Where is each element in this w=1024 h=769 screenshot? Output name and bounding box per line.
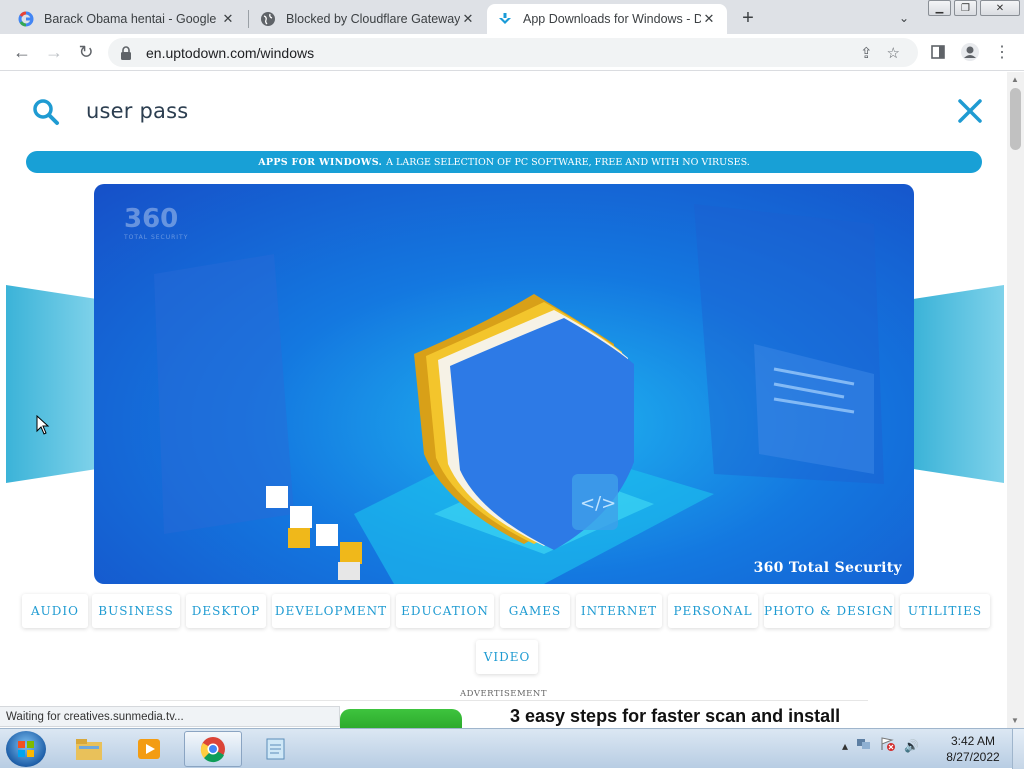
tab-title: Barack Obama hentai - Google S bbox=[44, 12, 220, 26]
scroll-down-icon[interactable]: ▼ bbox=[1011, 716, 1019, 725]
chrome-icon bbox=[200, 737, 225, 763]
hero-logo-text: 360 bbox=[124, 204, 179, 234]
tab-cloudflare-blocked[interactable]: Blocked by Cloudflare Gateway ✕ bbox=[250, 4, 486, 34]
show-hidden-icons-icon[interactable]: ▴ bbox=[842, 739, 848, 753]
back-arrow-icon[interactable]: ← bbox=[10, 40, 34, 64]
hero-logo-subtext: TOTAL SECURITY bbox=[124, 234, 189, 241]
search-overlay: user pass bbox=[0, 72, 1007, 150]
hero-illustration: </> bbox=[154, 204, 884, 584]
notepad-icon bbox=[266, 738, 285, 760]
folder-icon bbox=[76, 739, 102, 760]
forward-arrow-icon[interactable]: → bbox=[42, 40, 66, 64]
browser-toolbar: ← → ↻ en.uptodown.com/windows ⇪ ☆ ⋮ bbox=[0, 34, 1024, 71]
tab-title: Blocked by Cloudflare Gateway bbox=[286, 12, 460, 26]
category-utilities[interactable]: UTILITIES bbox=[900, 594, 990, 628]
taskbar-media-player[interactable] bbox=[120, 731, 178, 767]
system-tray: ▴ 🔊 bbox=[842, 737, 919, 754]
close-tab-icon[interactable]: ✕ bbox=[460, 11, 476, 27]
address-bar[interactable]: en.uptodown.com/windows ⇪ ☆ bbox=[108, 38, 918, 67]
windows-taskbar: ▴ 🔊 3:42 AM 8/27/2022 bbox=[0, 728, 1024, 769]
tab-google-search[interactable]: Barack Obama hentai - Google S ✕ bbox=[8, 4, 246, 34]
banner-text: A LARGE SELECTION OF PC SOFTWARE, FREE A… bbox=[386, 156, 750, 168]
tab-separator bbox=[248, 10, 249, 28]
close-window-icon[interactable]: ✕ bbox=[980, 0, 1020, 16]
clock-time: 3:42 AM bbox=[950, 734, 996, 748]
hero-logo: 360 TOTAL SECURITY bbox=[124, 204, 188, 241]
taskbar-notepad[interactable] bbox=[246, 731, 304, 767]
google-g-icon bbox=[18, 11, 34, 27]
carousel-prev-slide[interactable] bbox=[6, 285, 96, 483]
lock-icon bbox=[120, 45, 134, 60]
windows-logo-icon bbox=[18, 741, 34, 757]
new-tab-icon[interactable]: + bbox=[736, 6, 760, 30]
category-audio[interactable]: AUDIO bbox=[22, 594, 88, 628]
svg-text:</>: </> bbox=[580, 493, 616, 514]
scrollbar-thumb[interactable] bbox=[1010, 88, 1021, 150]
category-internet[interactable]: INTERNET bbox=[576, 594, 662, 628]
advertisement-label: ADVERTISEMENT bbox=[460, 689, 547, 699]
category-video[interactable]: VIDEO bbox=[476, 640, 538, 674]
reload-icon[interactable]: ↻ bbox=[74, 40, 98, 64]
search-input[interactable]: user pass bbox=[86, 99, 188, 123]
tab-uptodown[interactable]: App Downloads for Windows - D ✕ bbox=[487, 4, 727, 34]
close-icon[interactable] bbox=[957, 98, 983, 129]
page-scrollbar[interactable]: ▲ ▼ bbox=[1007, 72, 1024, 728]
kebab-menu-icon[interactable]: ⋮ bbox=[990, 40, 1014, 64]
show-desktop-button[interactable] bbox=[1012, 729, 1024, 769]
search-icon[interactable] bbox=[32, 98, 60, 131]
category-games[interactable]: GAMES bbox=[500, 594, 570, 628]
taskbar-explorer[interactable] bbox=[60, 731, 118, 767]
network-icon[interactable] bbox=[856, 737, 872, 754]
window-controls: ▁ ❐ ✕ bbox=[928, 0, 1023, 16]
bookmark-star-icon[interactable]: ☆ bbox=[887, 44, 900, 62]
category-business[interactable]: BUSINESS bbox=[92, 594, 180, 628]
mouse-cursor-icon bbox=[36, 414, 50, 440]
volume-icon[interactable]: 🔊 bbox=[904, 739, 919, 753]
tab-title: App Downloads for Windows - D bbox=[523, 12, 701, 26]
taskbar-clock[interactable]: 3:42 AM 8/27/2022 bbox=[940, 733, 1006, 765]
category-photo-design[interactable]: PHOTO & DESIGN bbox=[764, 594, 894, 628]
page-content: user pass APPS FOR WINDOWS. A LARGE SELE… bbox=[0, 72, 1007, 728]
side-panel-icon[interactable] bbox=[926, 40, 950, 64]
hero-carousel-slide[interactable]: </> 360 TOTAL SECURITY 360 Total Securit… bbox=[94, 184, 914, 584]
minimize-icon[interactable]: ▁ bbox=[928, 0, 951, 16]
banner-bold-text: APPS FOR WINDOWS. bbox=[258, 156, 383, 168]
clock-date: 8/27/2022 bbox=[946, 750, 1000, 764]
tab-strip: Barack Obama hentai - Google S ✕ Blocked… bbox=[0, 0, 1024, 34]
carousel-next-slide[interactable] bbox=[914, 285, 1004, 483]
media-player-icon bbox=[138, 739, 160, 759]
start-button[interactable] bbox=[6, 731, 46, 767]
hero-caption[interactable]: 360 Total Security bbox=[754, 560, 902, 576]
category-development[interactable]: DEVELOPMENT bbox=[272, 594, 390, 628]
close-tab-icon[interactable]: ✕ bbox=[220, 11, 236, 27]
restore-icon[interactable]: ❐ bbox=[954, 0, 977, 16]
ad-download-button[interactable] bbox=[340, 709, 462, 728]
share-icon[interactable]: ⇪ bbox=[860, 44, 873, 62]
status-bar: Waiting for creatives.sunmedia.tv... bbox=[0, 706, 340, 727]
ad-headline: 3 easy steps for faster scan and install bbox=[510, 706, 841, 726]
action-center-flag-icon[interactable] bbox=[880, 737, 896, 754]
taskbar-chrome[interactable] bbox=[184, 731, 242, 767]
category-desktop[interactable]: DESKTOP bbox=[186, 594, 266, 628]
category-education[interactable]: EDUCATION bbox=[396, 594, 494, 628]
url-text: en.uptodown.com/windows bbox=[146, 44, 315, 61]
category-personal[interactable]: PERSONAL bbox=[668, 594, 758, 628]
profile-avatar-icon[interactable] bbox=[958, 40, 982, 64]
globe-icon bbox=[260, 11, 276, 27]
scroll-up-icon[interactable]: ▲ bbox=[1011, 75, 1019, 84]
chevron-down-icon[interactable]: ⌄ bbox=[894, 8, 914, 28]
uptodown-arrow-icon bbox=[497, 11, 513, 27]
close-tab-icon[interactable]: ✕ bbox=[701, 11, 717, 27]
promo-banner: APPS FOR WINDOWS. A LARGE SELECTION OF P… bbox=[26, 151, 982, 173]
